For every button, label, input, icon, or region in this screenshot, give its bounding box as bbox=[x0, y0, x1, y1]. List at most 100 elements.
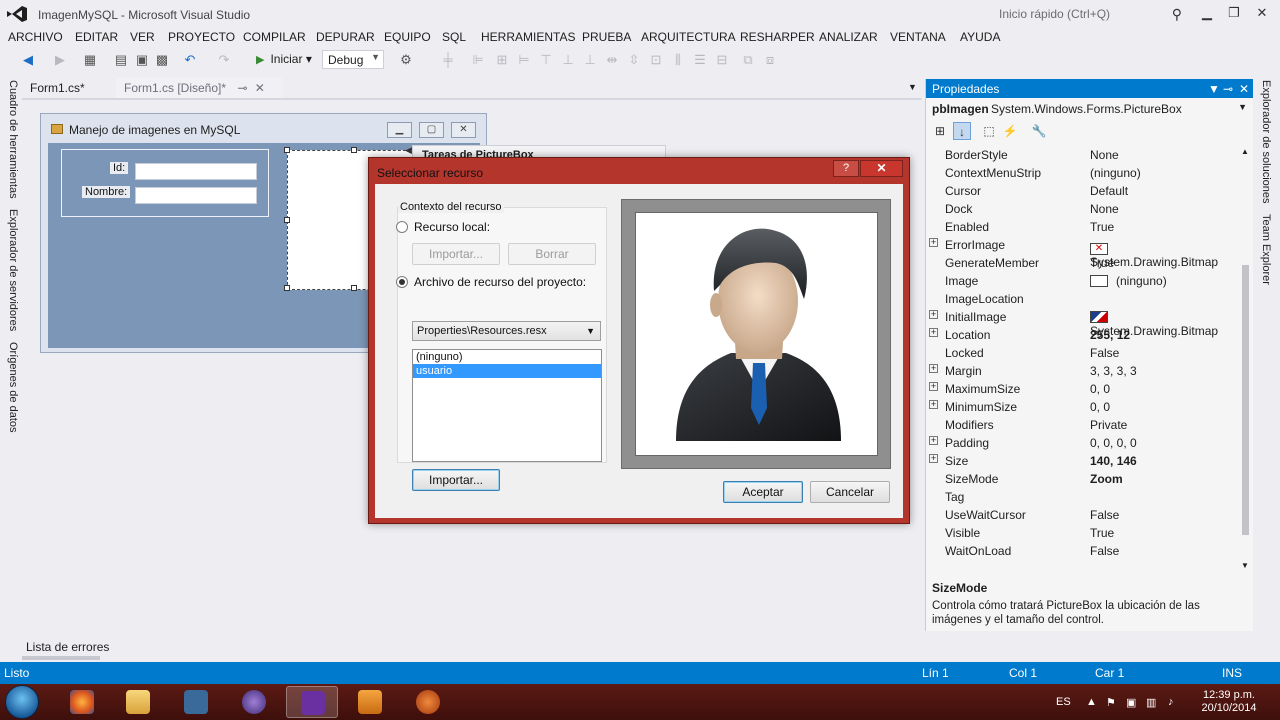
pin-icon[interactable]: ⊸ bbox=[237, 81, 247, 95]
menu-equipo[interactable]: EQUIPO bbox=[384, 30, 431, 44]
property-value[interactable]: 0, 0 bbox=[1090, 400, 1110, 414]
tray-flag-icon[interactable]: ⚑ bbox=[1106, 696, 1116, 709]
property-row-maximumsize[interactable]: + MaximumSize 0, 0 bbox=[926, 380, 1239, 398]
align-center-icon[interactable]: ⊞ bbox=[494, 52, 510, 68]
same-height-icon[interactable]: ⇳ bbox=[626, 52, 642, 68]
start-button[interactable] bbox=[5, 685, 39, 719]
property-row-enabled[interactable]: Enabled True bbox=[926, 218, 1239, 236]
visual-studio-taskbar-icon[interactable] bbox=[286, 686, 338, 718]
menu-arquitectura[interactable]: ARQUITECTURA bbox=[641, 30, 736, 44]
menu-ayuda[interactable]: AYUDA bbox=[960, 30, 1000, 44]
property-row-margin[interactable]: + Margin 3, 3, 3, 3 bbox=[926, 362, 1239, 380]
events-icon[interactable]: ⚡ bbox=[1001, 122, 1019, 140]
property-value[interactable]: 0, 0, 0, 0 bbox=[1090, 436, 1137, 450]
resize-handle[interactable] bbox=[284, 217, 290, 223]
send-back-icon[interactable]: ⧈ bbox=[762, 52, 778, 68]
property-pages-icon[interactable]: 🔧 bbox=[1030, 122, 1048, 140]
forward-icon[interactable]: ▶ bbox=[52, 52, 68, 68]
solution-configuration-select[interactable]: Debug ▼ bbox=[322, 50, 384, 69]
attach-icon[interactable]: ⚙ bbox=[398, 52, 414, 68]
server-explorer-tab[interactable]: Explorador de servidores bbox=[7, 209, 19, 331]
menu-prueba[interactable]: PRUEBA bbox=[582, 30, 631, 44]
property-value[interactable]: True bbox=[1090, 526, 1114, 540]
open-file-icon[interactable]: ▤ bbox=[113, 52, 129, 68]
menu-analizar[interactable]: ANALIZAR bbox=[819, 30, 878, 44]
expand-icon[interactable]: + bbox=[929, 238, 938, 247]
resize-handle[interactable] bbox=[351, 147, 357, 153]
save-all-icon[interactable]: ▩ bbox=[154, 52, 170, 68]
property-row-waitonload[interactable]: WaitOnLoad False bbox=[926, 542, 1239, 560]
import-local-button[interactable]: Importar... bbox=[412, 243, 500, 265]
scrollbar-thumb[interactable] bbox=[1242, 265, 1249, 535]
name-label[interactable]: Nombre: bbox=[82, 186, 131, 198]
property-value[interactable]: (ninguno) bbox=[1090, 166, 1141, 180]
resize-handle[interactable] bbox=[284, 147, 290, 153]
tray-security-icon[interactable]: ▣ bbox=[1126, 696, 1136, 709]
local-resource-label[interactable]: Recurso local: bbox=[414, 220, 490, 234]
same-size-icon[interactable]: ⊡ bbox=[648, 52, 664, 68]
property-value[interactable]: 140, 146 bbox=[1090, 454, 1137, 468]
property-row-visible[interactable]: Visible True bbox=[926, 524, 1239, 542]
solution-explorer-tab[interactable]: Explorador de soluciones bbox=[1260, 80, 1272, 204]
property-value[interactable]: None bbox=[1090, 148, 1119, 162]
tab-form1-code[interactable]: Form1.cs* bbox=[22, 78, 93, 98]
firefox-taskbar-icon[interactable] bbox=[56, 686, 108, 718]
align-bottom-icon[interactable]: ⊥ bbox=[582, 52, 598, 68]
project-resource-radio[interactable] bbox=[396, 276, 408, 288]
property-row-locked[interactable]: Locked False bbox=[926, 344, 1239, 362]
close-icon[interactable]: ✕ bbox=[255, 81, 265, 95]
resx-file-select[interactable]: Properties\Resources.resx ▼ bbox=[412, 321, 601, 341]
property-row-dock[interactable]: Dock None bbox=[926, 200, 1239, 218]
expand-icon[interactable]: + bbox=[929, 400, 938, 409]
expand-icon[interactable]: + bbox=[929, 454, 938, 463]
name-textbox[interactable] bbox=[135, 187, 257, 204]
menu-editar[interactable]: EDITAR bbox=[75, 30, 118, 44]
property-value[interactable]: None bbox=[1090, 202, 1119, 216]
explorer-taskbar-icon[interactable] bbox=[112, 686, 164, 718]
pin-icon[interactable]: ⊸ bbox=[1223, 82, 1233, 96]
save-icon[interactable]: ▣ bbox=[134, 52, 150, 68]
same-width-icon[interactable]: ⇹ bbox=[604, 52, 620, 68]
restore-button[interactable]: ❐ bbox=[1222, 3, 1246, 23]
property-row-modifiers[interactable]: Modifiers Private bbox=[926, 416, 1239, 434]
smart-tag-glyph-icon[interactable]: ◀ bbox=[405, 145, 412, 156]
recorder-taskbar-icon[interactable] bbox=[402, 686, 454, 718]
property-row-size[interactable]: + Size 140, 146 bbox=[926, 452, 1239, 470]
group-box[interactable]: Id: Nombre: bbox=[61, 149, 269, 217]
property-row-generatemember[interactable]: GenerateMember True bbox=[926, 254, 1239, 272]
property-value[interactable]: 3, 3, 3, 3 bbox=[1090, 364, 1137, 378]
expand-icon[interactable]: + bbox=[929, 328, 938, 337]
properties-scrollbar[interactable]: ▲ ▼ bbox=[1239, 147, 1251, 571]
property-value[interactable]: False bbox=[1090, 508, 1119, 522]
scroll-up-icon[interactable]: ▲ bbox=[1241, 147, 1249, 156]
team-explorer-tab[interactable]: Team Explorer bbox=[1260, 214, 1272, 285]
alphabetical-icon[interactable]: ↓ bbox=[953, 122, 971, 140]
minimize-button[interactable]: ▁ bbox=[1195, 3, 1219, 23]
vertical-spacing-icon[interactable]: ☰ bbox=[692, 52, 708, 68]
property-row-cursor[interactable]: Cursor Default bbox=[926, 182, 1239, 200]
panel-dropdown-icon[interactable]: ▼ bbox=[1208, 82, 1220, 96]
expand-icon[interactable]: + bbox=[929, 382, 938, 391]
cancel-button[interactable]: Cancelar bbox=[810, 481, 890, 503]
error-list-tab[interactable]: Lista de errores bbox=[26, 640, 109, 654]
property-value[interactable]: 255, 12 bbox=[1090, 328, 1130, 342]
tray-network-icon[interactable]: ▥ bbox=[1146, 696, 1156, 709]
property-row-errorimage[interactable]: + ErrorImage ✕System.Drawing.Bitmap bbox=[926, 236, 1239, 269]
property-row-contextmenustrip[interactable]: ContextMenuStrip (ninguno) bbox=[926, 164, 1239, 182]
property-row-location[interactable]: + Location 255, 12 bbox=[926, 326, 1239, 344]
property-value[interactable]: (ninguno) bbox=[1090, 274, 1167, 288]
list-item-selected[interactable]: usuario bbox=[413, 364, 601, 378]
panel-close-icon[interactable]: ✕ bbox=[1239, 82, 1249, 96]
close-button[interactable]: ✕ bbox=[1250, 3, 1274, 23]
property-row-image[interactable]: Image (ninguno) bbox=[926, 272, 1239, 290]
align-right-icon[interactable]: ⊨ bbox=[516, 52, 532, 68]
clock[interactable]: 12:39 p.m. 20/10/2014 bbox=[1200, 689, 1258, 715]
property-row-tag[interactable]: Tag bbox=[926, 488, 1239, 506]
new-project-icon[interactable]: ▦ bbox=[82, 52, 98, 68]
menu-compilar[interactable]: COMPILAR bbox=[243, 30, 306, 44]
ok-button[interactable]: Aceptar bbox=[723, 481, 803, 503]
align-left-icon[interactable]: ⊫ bbox=[470, 52, 486, 68]
align-middle-icon[interactable]: ⊥ bbox=[560, 52, 576, 68]
menu-herramientas[interactable]: HERRAMIENTAS bbox=[481, 30, 575, 44]
horizontal-spacing-icon[interactable]: ⫼ bbox=[670, 52, 686, 68]
